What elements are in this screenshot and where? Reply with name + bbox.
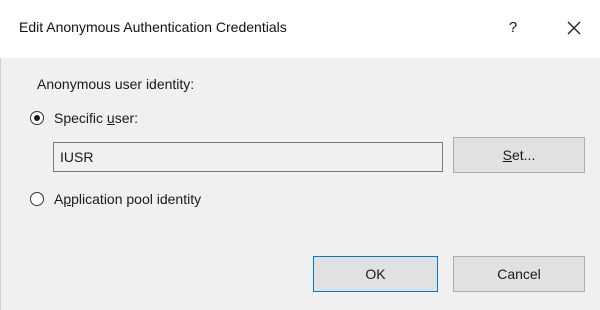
specific-user-label: Specific user: — [54, 110, 138, 126]
application-pool-radio[interactable] — [30, 192, 44, 206]
set-button-label-suffix: et... — [511, 147, 536, 163]
specific-user-option[interactable]: Specific user: — [30, 108, 138, 128]
app-pool-label-accel: p — [63, 191, 72, 207]
specific-user-radio[interactable] — [30, 111, 44, 125]
title-bar: Edit Anonymous Authentication Credential… — [0, 0, 600, 58]
edit-anonymous-credentials-dialog: Edit Anonymous Authentication Credential… — [0, 0, 600, 310]
section-label: Anonymous user identity: — [37, 76, 195, 92]
specific-user-label-prefix: Specific — [54, 110, 107, 126]
specific-user-field[interactable]: IUSR — [53, 142, 443, 172]
set-button[interactable]: Set... — [453, 137, 585, 173]
app-pool-label-prefix: A — [54, 191, 64, 207]
close-icon — [567, 21, 581, 35]
app-pool-label-suffix: plication pool identity — [71, 191, 202, 207]
ok-button[interactable]: OK — [313, 256, 438, 292]
application-pool-option[interactable]: Application pool identity — [30, 189, 201, 209]
help-button[interactable]: ? — [500, 14, 526, 42]
specific-user-label-accel: u — [106, 110, 115, 126]
set-button-accel: S — [502, 147, 512, 163]
cancel-button[interactable]: Cancel — [453, 256, 585, 292]
window-border — [0, 58, 1, 310]
dialog-title: Edit Anonymous Authentication Credential… — [19, 19, 287, 35]
close-button[interactable] — [560, 14, 588, 42]
specific-user-label-suffix: ser: — [114, 110, 139, 126]
application-pool-label: Application pool identity — [54, 191, 201, 207]
